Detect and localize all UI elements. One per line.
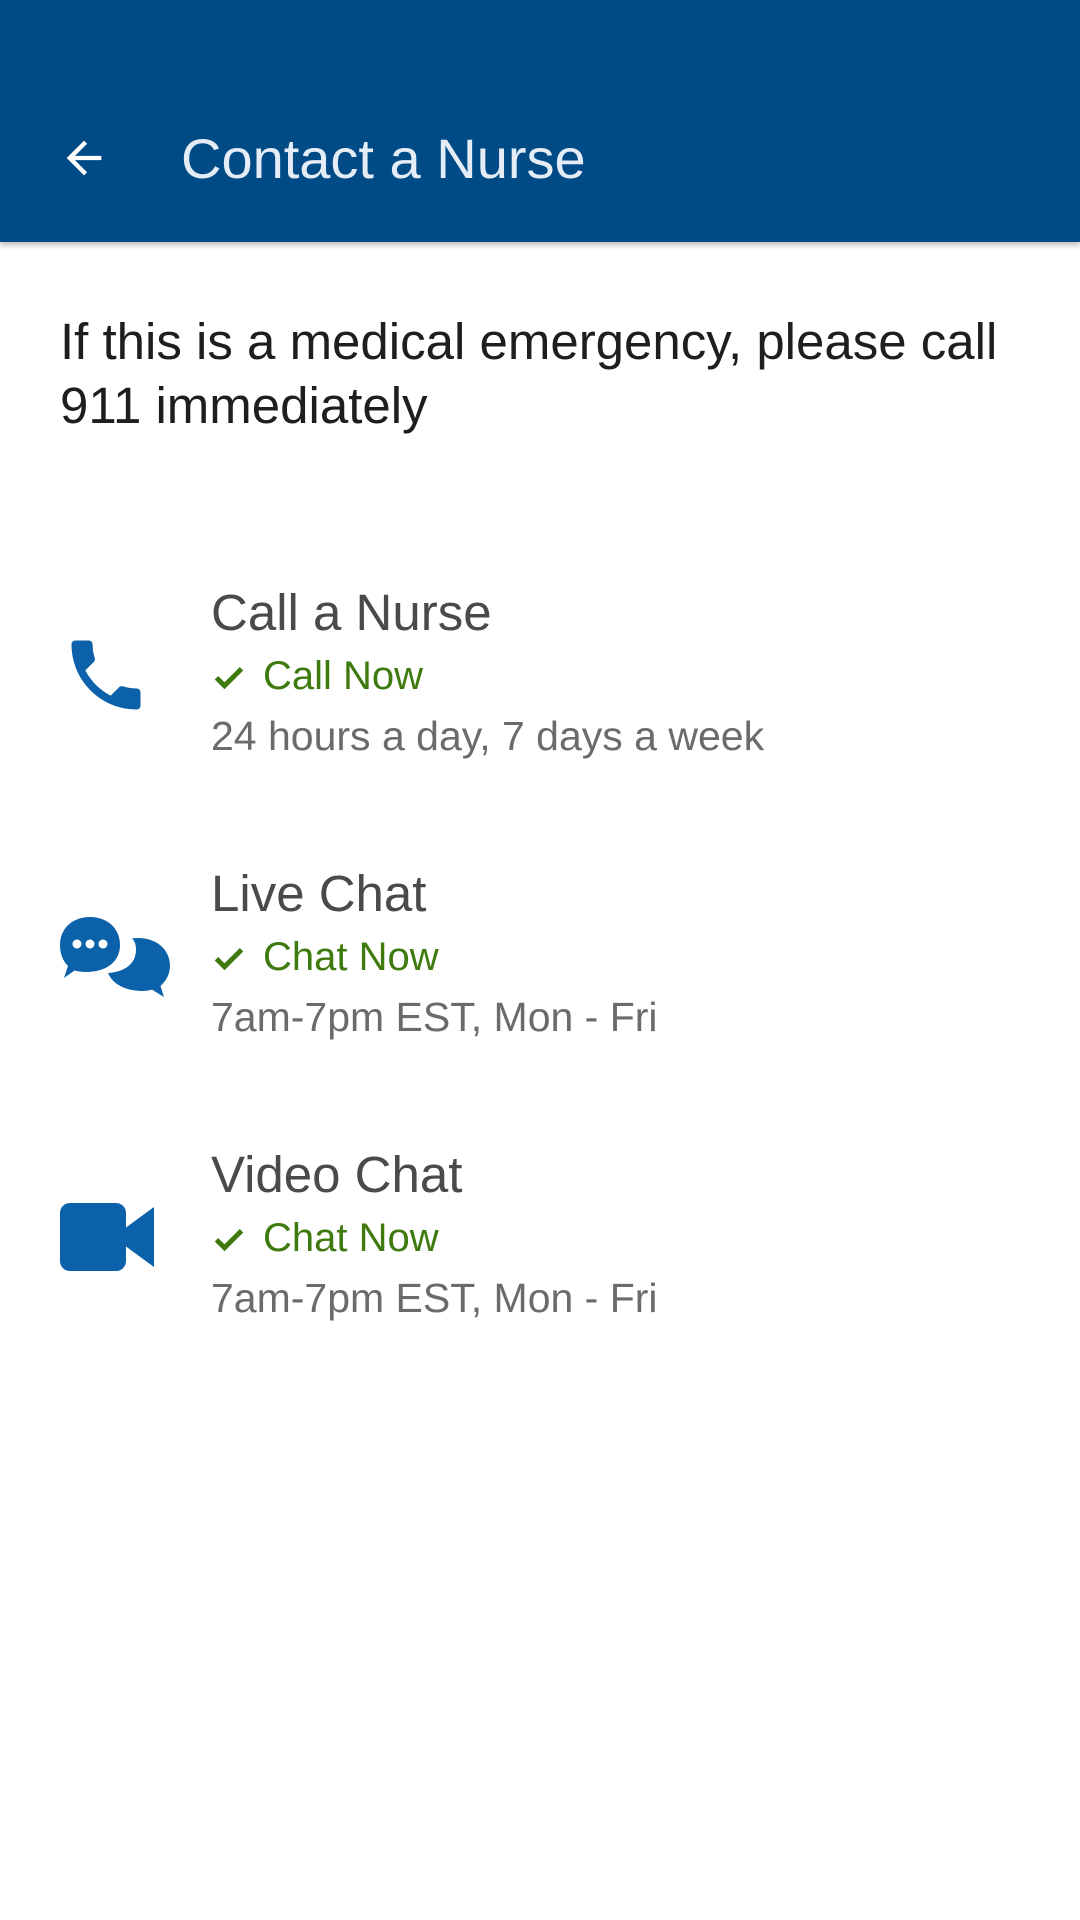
emergency-notice: If this is a medical emergency, please c…: [60, 313, 998, 434]
video-chat-option[interactable]: Video Chat Chat Now 7am-7pm EST, Mon - F…: [0, 1144, 1080, 1354]
check-icon: [211, 1220, 247, 1256]
option-title: Video Chat: [211, 1146, 463, 1203]
page-title: Contact a Nurse: [181, 127, 586, 190]
chat-bubbles-icon: [60, 901, 170, 1011]
chat-now-status[interactable]: Chat Now: [211, 1214, 439, 1262]
option-title: Live Chat: [211, 865, 427, 922]
availability-hours: 7am-7pm EST, Mon - Fri: [211, 994, 658, 1040]
call-now-status[interactable]: Call Now: [211, 652, 423, 700]
availability-hours: 24 hours a day, 7 days a week: [211, 713, 765, 759]
app-bar: Contact a Nurse: [0, 0, 1080, 242]
status-label: Chat Now: [263, 935, 439, 979]
back-button[interactable]: [38, 112, 130, 204]
live-chat-option[interactable]: Live Chat Chat Now 7am-7pm EST, Mon - Fr…: [0, 863, 1080, 1073]
video-camera-icon: [60, 1182, 170, 1292]
check-icon: [211, 939, 247, 975]
status-label: Call Now: [263, 654, 424, 698]
availability-hours: 7am-7pm EST, Mon - Fri: [211, 1275, 658, 1321]
chat-now-status[interactable]: Chat Now: [211, 933, 439, 981]
call-nurse-option[interactable]: Call a Nurse Call Now 24 hours a day, 7 …: [0, 582, 1080, 792]
check-icon: [211, 658, 247, 694]
option-title: Call a Nurse: [211, 584, 492, 641]
phone-icon: [60, 620, 170, 730]
content-area: If this is a medical emergency, please c…: [0, 242, 1080, 1920]
arrow-left-icon: [66, 140, 102, 176]
status-label: Chat Now: [263, 1216, 439, 1260]
